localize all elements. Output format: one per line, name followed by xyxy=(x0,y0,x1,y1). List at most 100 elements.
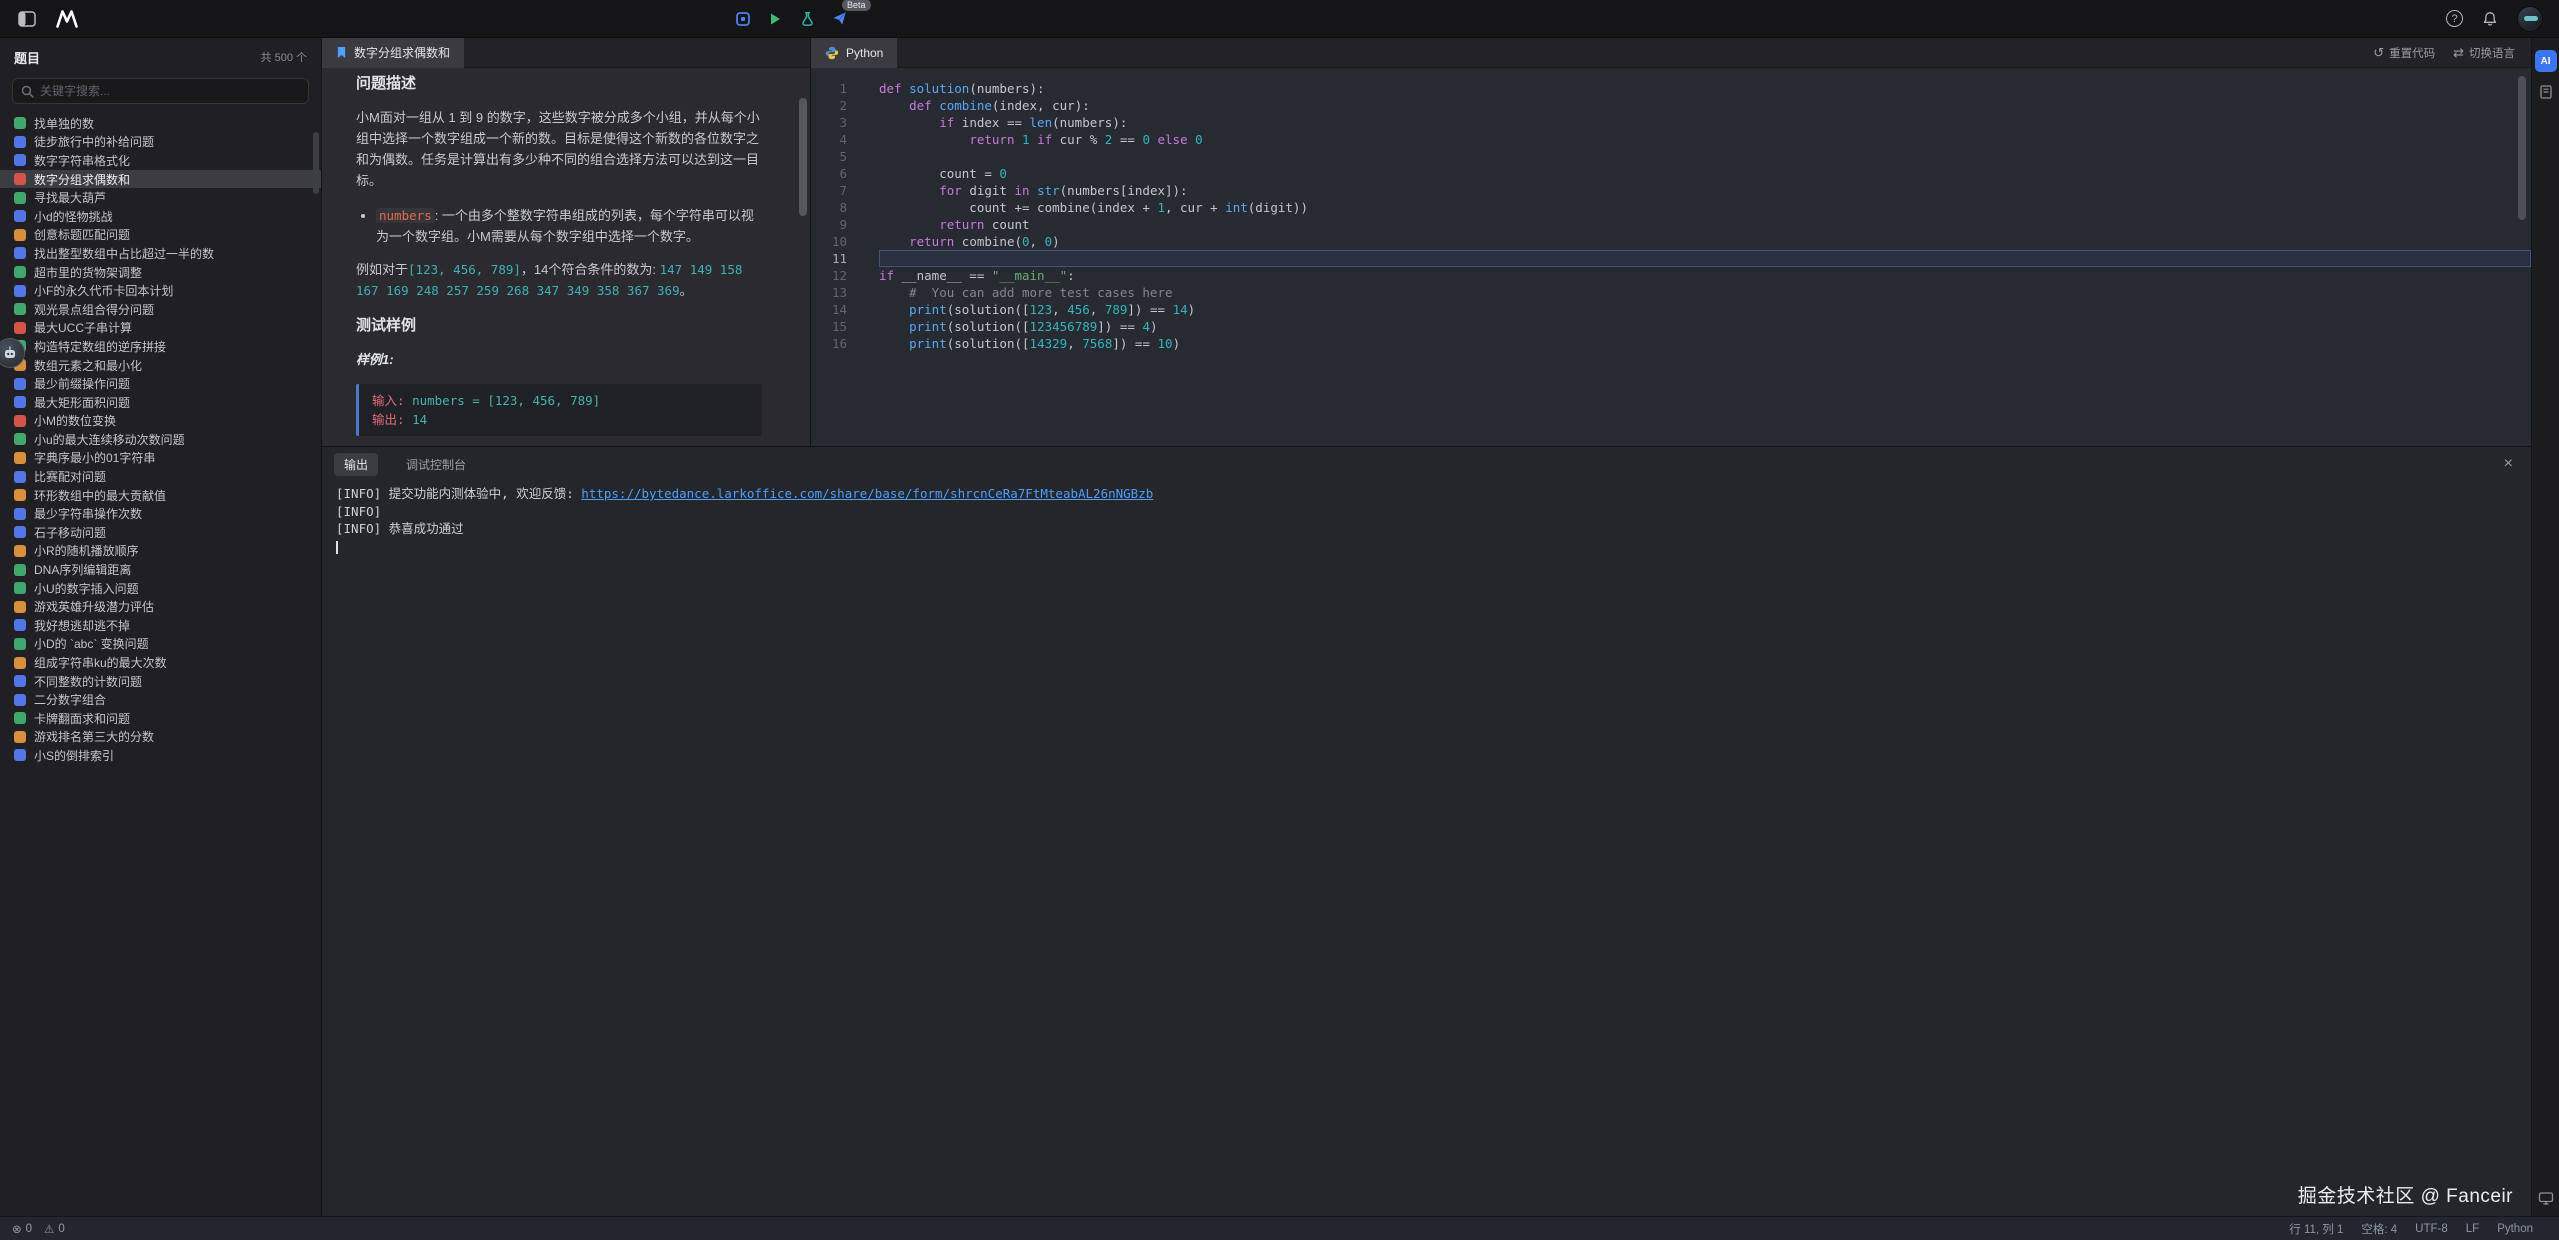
problem-list-item[interactable]: 构造特定数组的逆序拼接 xyxy=(0,337,321,356)
code-line: # You can add more test cases here xyxy=(879,284,2531,301)
indent-info[interactable]: 空格: 4 xyxy=(2361,1221,2397,1237)
problem-list-item[interactable]: 找出整型数组中占比超过一半的数 xyxy=(0,244,321,263)
console-caret xyxy=(336,541,338,554)
problem-list-item[interactable]: 超市里的货物架调整 xyxy=(0,263,321,282)
test-button[interactable] xyxy=(794,6,820,32)
problem-difficulty-icon xyxy=(14,471,26,483)
problem-list-item[interactable]: 游戏排名第三大的分数 xyxy=(0,728,321,747)
play-icon xyxy=(768,12,782,26)
problem-title: 组成字符串ku的最大次数 xyxy=(34,654,167,671)
problem-list-item[interactable]: 小D的 `abc` 变换问题 xyxy=(0,635,321,654)
problem-list-item[interactable]: 数组元素之和最小化 xyxy=(0,356,321,375)
problem-difficulty-icon xyxy=(14,117,26,129)
eol-type[interactable]: LF xyxy=(2466,1223,2479,1235)
run-toolbar: Beta xyxy=(730,0,852,37)
ai-assistant-button[interactable]: AI xyxy=(2535,50,2557,72)
problem-list-item[interactable]: 小d的怪物挑战 xyxy=(0,207,321,226)
tab-debug-console[interactable]: 调试控制台 xyxy=(396,453,476,476)
line-number: 11 xyxy=(811,250,855,267)
problem-title: 小M的数位变换 xyxy=(34,412,116,429)
app-window: Beta ? 题目 共 500 个 找单独的数徒步旅行中的补给问题数字字符串格式… xyxy=(0,0,2559,1240)
problem-list-item[interactable]: 小R的随机播放顺序 xyxy=(0,542,321,561)
sample-io-block: 输入: numbers = [123, 456, 789] 输出: 14 xyxy=(356,384,762,436)
problem-list-item[interactable]: 找单独的数 xyxy=(0,114,321,133)
run-button[interactable] xyxy=(762,6,788,32)
code-editor[interactable]: 12345678910111213141516 def solution(num… xyxy=(811,68,2531,446)
problem-list-item[interactable]: 数字字符串格式化 xyxy=(0,151,321,170)
problem-list-item[interactable]: 卡牌翻面求和问题 xyxy=(0,709,321,728)
sidebar-scrollbar[interactable] xyxy=(313,132,319,194)
problem-list-item[interactable]: 不同整数的计数问题 xyxy=(0,672,321,691)
problem-list-item[interactable]: 最大矩形面积问题 xyxy=(0,393,321,412)
problem-list-item[interactable]: 环形数组中的最大贡献值 xyxy=(0,486,321,505)
problem-title: 环形数组中的最大贡献值 xyxy=(34,487,166,504)
code-line: if __name__ == "__main__": xyxy=(879,267,2531,284)
problem-title: 小S的倒排索引 xyxy=(34,747,114,764)
problem-list-item[interactable]: 二分数字组合 xyxy=(0,690,321,709)
right-toolbar: AI xyxy=(2531,38,2559,1216)
monitor-icon xyxy=(2538,1191,2554,1206)
warning-indicator[interactable]: ⚠ 0 xyxy=(44,1222,65,1236)
problem-list-item[interactable]: 小u的最大连续移动次数问题 xyxy=(0,430,321,449)
debug-button[interactable] xyxy=(730,6,756,32)
help-button[interactable]: ? xyxy=(2446,10,2463,27)
problem-list-item[interactable]: 小F的永久代币卡回本计划 xyxy=(0,281,321,300)
scrollbar-thumb[interactable] xyxy=(2518,76,2526,220)
problem-difficulty-icon xyxy=(14,508,26,520)
problem-list-item[interactable]: 最少前缀操作问题 xyxy=(0,374,321,393)
user-avatar[interactable] xyxy=(2517,6,2543,32)
search-input[interactable] xyxy=(40,84,300,98)
problem-list-item[interactable]: 创意标题匹配问题 xyxy=(0,226,321,245)
sidebar-toggle-button[interactable] xyxy=(14,6,40,32)
problem-description[interactable]: 问题描述 小M面对一组从 1 到 9 的数字，这些数字被分成多个小组，并从每个小… xyxy=(322,68,810,446)
sidebar-title: 题目 xyxy=(14,48,40,67)
problem-title: 最少前缀操作问题 xyxy=(34,375,130,392)
problem-panel: 数字分组求偶数和 问题描述 小M面对一组从 1 到 9 的数字，这些数字被分成多… xyxy=(322,38,811,446)
notifications-button[interactable] xyxy=(2477,6,2503,32)
scrollbar-thumb[interactable] xyxy=(799,98,807,216)
code-line: return 1 if cur % 2 == 0 else 0 xyxy=(879,131,2531,148)
console-output[interactable]: [INFO] 提交功能内测体验中, 欢迎反馈: https://bytedanc… xyxy=(322,481,2531,1216)
language-mode[interactable]: Python xyxy=(2497,1223,2533,1235)
close-console-button[interactable]: × xyxy=(2498,455,2519,473)
problem-title: 找单独的数 xyxy=(34,115,94,132)
problem-list-item[interactable]: 比赛配对问题 xyxy=(0,467,321,486)
tab-output[interactable]: 输出 xyxy=(334,453,378,476)
notebook-button[interactable] xyxy=(2538,84,2554,100)
problem-list-item[interactable]: 石子移动问题 xyxy=(0,523,321,542)
problem-list-item[interactable]: 小U的数字插入问题 xyxy=(0,579,321,598)
problem-list-item[interactable]: 徒步旅行中的补给问题 xyxy=(0,133,321,152)
python-icon xyxy=(825,46,839,60)
problem-tabbar: 数字分组求偶数和 xyxy=(322,38,810,68)
problem-list-item[interactable]: 小M的数位变换 xyxy=(0,412,321,431)
problem-list-item[interactable]: DNA序列编辑距离 xyxy=(0,560,321,579)
screen-button[interactable] xyxy=(2538,1191,2554,1206)
reset-code-button[interactable]: ↺ 重置代码 xyxy=(2373,45,2435,61)
problem-list-item[interactable]: 组成字符串ku的最大次数 xyxy=(0,653,321,672)
problem-difficulty-icon xyxy=(14,247,26,259)
problem-list-item[interactable]: 我好想逃却逃不掉 xyxy=(0,616,321,635)
problem-title: 字典序最小的01字符串 xyxy=(34,449,155,466)
problem-list-item[interactable]: 字典序最小的01字符串 xyxy=(0,449,321,468)
line-number: 5 xyxy=(811,148,855,165)
problem-list-item[interactable]: 寻找最大葫芦 xyxy=(0,188,321,207)
error-indicator[interactable]: ⊗ 0 xyxy=(12,1222,32,1236)
problem-difficulty-icon xyxy=(14,582,26,594)
language-tab[interactable]: Python xyxy=(811,38,897,68)
problem-list-item[interactable]: 游戏英雄升级潜力评估 xyxy=(0,597,321,616)
problem-list-item[interactable]: 最大UCC子串计算 xyxy=(0,319,321,338)
switch-language-button[interactable]: ⇄ 切换语言 xyxy=(2453,45,2515,61)
code-line: count = 0 xyxy=(879,165,2531,182)
problem-list-item[interactable]: 数字分组求偶数和 xyxy=(0,170,321,189)
search-box[interactable] xyxy=(12,78,309,104)
editor-scrollbar[interactable] xyxy=(2517,72,2527,440)
problem-list-item[interactable]: 最少字符串操作次数 xyxy=(0,504,321,523)
encoding[interactable]: UTF-8 xyxy=(2415,1223,2448,1235)
problem-list-item[interactable]: 小S的倒排索引 xyxy=(0,746,321,765)
console-link[interactable]: https://bytedance.larkoffice.com/share/b… xyxy=(581,486,1153,501)
app-logo[interactable] xyxy=(54,6,80,32)
problem-scrollbar[interactable] xyxy=(798,72,808,442)
problem-tab[interactable]: 数字分组求偶数和 xyxy=(322,38,464,68)
problem-list-item[interactable]: 观光景点组合得分问题 xyxy=(0,300,321,319)
cursor-position[interactable]: 行 11, 列 1 xyxy=(2289,1221,2343,1237)
